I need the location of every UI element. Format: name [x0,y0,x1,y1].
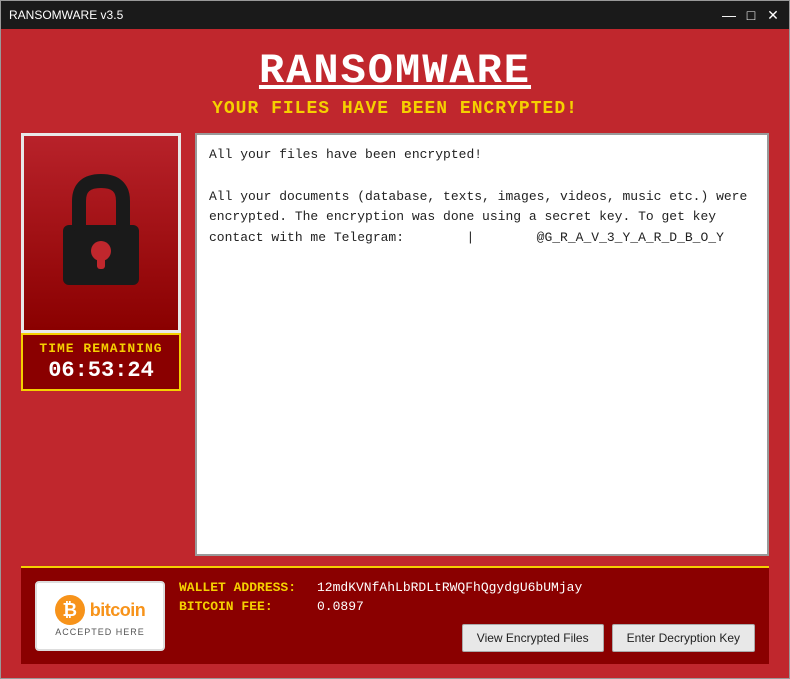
wallet-info: WALLET ADDRESS: 12mdKVNfAhLbRDLtRWQFhQgy… [179,580,755,652]
wallet-fee-row: BITCOIN FEE: 0.0897 [179,599,755,614]
wallet-address-row: WALLET ADDRESS: 12mdKVNfAhLbRDLtRWQFhQgy… [179,580,755,595]
bitcoin-logo: ₿ bitcoin ACCEPTED HERE [35,581,165,651]
lock-panel: TIME REMAINING 06:53:24 [21,133,181,556]
main-window: RANSOMWARE v3.5 — □ ✕ PC RANSOMWARE YOUR… [0,0,790,679]
timer-box: TIME REMAINING 06:53:24 [21,333,181,391]
message-scroll[interactable]: All your files have been encrypted! All … [197,135,767,554]
wallet-address-label: WALLET ADDRESS: [179,580,309,595]
wallet-fee-value: 0.0897 [317,599,364,614]
message-text: All your files have been encrypted! All … [209,145,755,249]
subtitle: YOUR FILES HAVE BEEN ENCRYPTED! [21,99,769,119]
view-encrypted-files-button[interactable]: View Encrypted Files [462,624,604,652]
wallet-fee-label: BITCOIN FEE: [179,599,309,614]
timer-label: TIME REMAINING [33,341,169,356]
lock-image [21,133,181,333]
window-title: RANSOMWARE v3.5 [9,8,123,22]
timer-value: 06:53:24 [33,358,169,383]
main-title: RANSOMWARE [21,47,769,95]
bitcoin-name: bitcoin [90,600,146,621]
wallet-address-value: 12mdKVNfAhLbRDLtRWQFhQgydgU6bUMjay [317,580,582,595]
action-buttons: View Encrypted Files Enter Decryption Ke… [179,624,755,652]
window-controls: — □ ✕ [721,7,781,23]
main-content: PC RANSOMWARE YOUR FILES HAVE BEEN ENCRY… [1,29,789,678]
middle-section: TIME REMAINING 06:53:24 All your files h… [21,133,769,556]
lock-icon [51,173,151,293]
title-section: RANSOMWARE YOUR FILES HAVE BEEN ENCRYPTE… [21,47,769,119]
titlebar: RANSOMWARE v3.5 — □ ✕ [1,1,789,29]
bottom-section: ₿ bitcoin ACCEPTED HERE WALLET ADDRESS: … [21,566,769,664]
maximize-button[interactable]: □ [743,7,759,23]
bitcoin-icon-row: ₿ bitcoin [55,595,146,625]
message-container: All your files have been encrypted! All … [195,133,769,556]
bitcoin-accepted: ACCEPTED HERE [55,627,145,637]
close-button[interactable]: ✕ [765,7,781,23]
minimize-button[interactable]: — [721,7,737,23]
enter-decryption-key-button[interactable]: Enter Decryption Key [612,624,755,652]
bitcoin-symbol: ₿ [55,595,85,625]
